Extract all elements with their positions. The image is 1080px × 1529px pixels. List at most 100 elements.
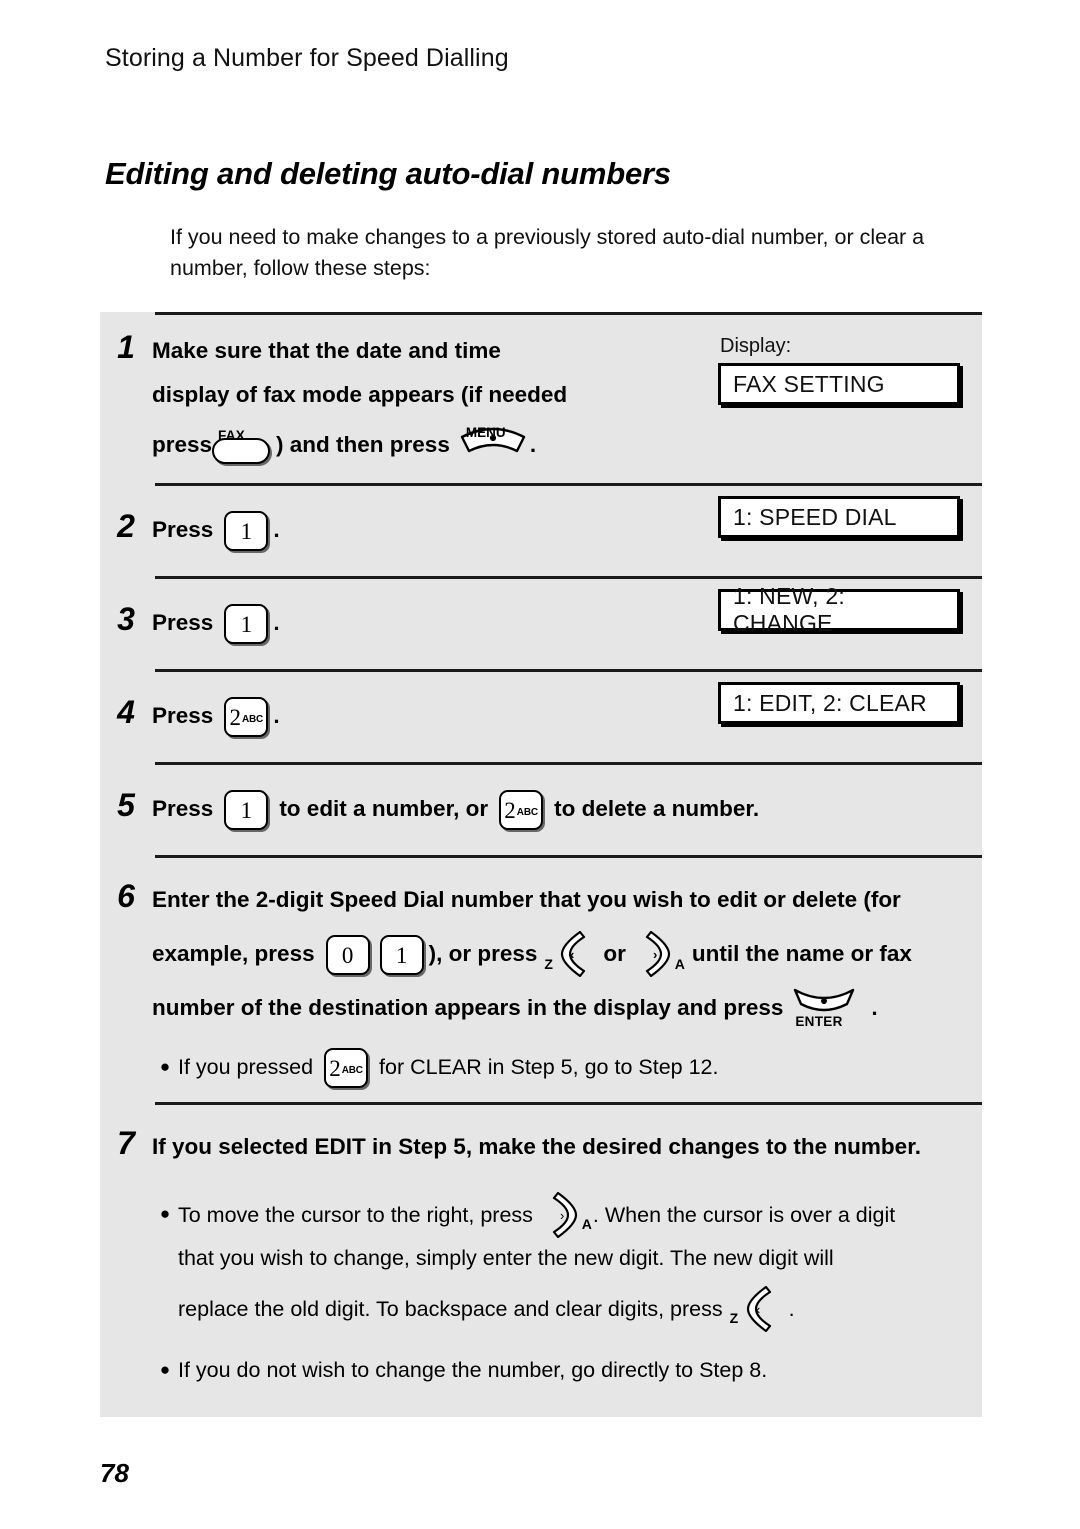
step-number: 4 (117, 694, 135, 730)
key-digit: 1 (240, 797, 253, 823)
step-number: 5 (117, 787, 135, 823)
step-1-period: . (529, 432, 537, 457)
intro-paragraph: If you need to make changes to a previou… (170, 225, 925, 280)
step-6-bullet: ● If you pressed 2 ABC for CLEAR in Step … (152, 1046, 982, 1088)
key-digit: 1 (240, 518, 253, 544)
step-2-period: . (273, 517, 280, 542)
key-digit: 2 (329, 1055, 341, 1081)
svg-text:›: › (653, 947, 657, 962)
step-number: 3 (117, 601, 135, 637)
step-6-text-d: until the name or fax (691, 941, 912, 966)
keypad-key-1[interactable]: 1 (224, 511, 269, 551)
step-6-text-e: number of the destination appears in the… (152, 995, 784, 1020)
step-number: 2 (117, 508, 135, 544)
page-number: 78 (100, 1458, 129, 1488)
step-7: 7 If you selected EDIT in Step 5, make t… (100, 1105, 982, 1417)
arrow-left-label: Z (729, 1310, 739, 1326)
svg-text:‹: ‹ (570, 947, 574, 962)
arrow-right-shape: › (645, 931, 671, 977)
enter-key-label: ENTER (795, 1014, 843, 1029)
b1-line-3a: replace the old digit. To backspace and … (178, 1297, 723, 1321)
keypad-key-1[interactable]: 1 (224, 790, 269, 830)
lcd-display-3: 1: NEW, 2: CHANGE (718, 583, 960, 636)
step-7-bullet-1: ● To move the cursor to the right, press… (152, 1192, 982, 1332)
step-3: 3 Press 1 . 1: NEW, 2: CHANGE (100, 579, 982, 669)
step-6-period: . (871, 995, 878, 1020)
arrow-right-key[interactable]: A › (540, 1192, 592, 1238)
press-label: Press (152, 610, 214, 635)
step-number: 1 (117, 329, 135, 365)
arrow-right-shape: › (552, 1192, 578, 1238)
step-5: 5 Press 1 to edit a number, or 2 ABC to d (100, 765, 982, 855)
menu-key[interactable]: MENU (460, 425, 526, 465)
b1-line-2: that you wish to change, simply enter th… (178, 1246, 834, 1270)
keypad-key-1[interactable]: 1 (379, 935, 424, 975)
key-digit: 1 (240, 611, 253, 637)
step-6-text-b: ), or press (428, 941, 538, 966)
enter-key[interactable]: ENTER (793, 986, 855, 1030)
step-1-line-3: press FAX ) and then press MENU . (152, 423, 982, 467)
lcd-display-1: FAX SETTING (718, 363, 960, 405)
step-2: 2 Press 1 . 1: SPEED DIAL (100, 486, 982, 576)
bullet-dot: ● (159, 1057, 171, 1076)
step-6-line-2: example, press 0 1 ), or press Z ‹ or A … (152, 931, 982, 977)
keypad-key-2[interactable]: 2 ABC (224, 697, 269, 737)
keypad-key-2[interactable]: 2 ABC (499, 790, 544, 830)
bullet-text-b: for CLEAR in Step 5, go to Step 12. (379, 1055, 719, 1079)
keypad-key-0[interactable]: 0 (325, 935, 370, 975)
step-4: 4 Press 2 ABC . 1: EDIT, 2: CLEAR (100, 672, 982, 762)
step-number: 6 (117, 878, 135, 914)
lcd-display-2: 1: SPEED DIAL (718, 496, 960, 538)
running-head: Storing a Number for Speed Dialling (105, 44, 509, 72)
step-7-line-1: If you selected EDIT in Step 5, make the… (152, 1134, 921, 1159)
lcd-display-4: 1: EDIT, 2: CLEAR (718, 682, 960, 724)
menu-key-label: MENU (465, 425, 506, 440)
manual-page: Storing a Number for Speed Dialling Edit… (0, 0, 1080, 1529)
key-digit: 2 (229, 704, 242, 730)
step-4-period: . (273, 703, 280, 728)
step-6-line-1: Enter the 2-digit Speed Dial number that… (152, 887, 901, 912)
key-digit: 2 (504, 797, 516, 823)
display-caption-1: Display: (720, 335, 792, 357)
fax-key[interactable]: FAX (212, 426, 274, 464)
bullet-dot: ● (159, 1360, 171, 1379)
key-letters: ABC (516, 807, 538, 818)
step-number: 7 (117, 1125, 135, 1161)
keypad-key-1[interactable]: 1 (224, 604, 269, 644)
page-title: Editing and deleting auto-dial numbers (105, 156, 671, 191)
step-6-line-3: number of the destination appears in the… (152, 986, 982, 1030)
step-7-bullet-2: ● If you do not wish to change the numbe… (152, 1349, 982, 1391)
press-label: Press (152, 796, 214, 821)
arrow-left-shape: ‹ (746, 1286, 771, 1332)
step-6: 6 Enter the 2-digit Speed Dial number th… (100, 858, 982, 1102)
key-digit: 1 (395, 942, 408, 968)
press-label: Press (152, 703, 214, 728)
step-1: 1 Make sure that the date and time displ… (100, 315, 982, 483)
arrow-left-label: Z (544, 956, 553, 972)
key-letters: ABC (242, 714, 264, 725)
arrow-right-key[interactable]: A › (633, 931, 685, 977)
bullet-text-a: If you pressed (178, 1055, 314, 1079)
fax-key-cap (212, 438, 271, 464)
arrow-left-key[interactable]: Z ‹ (730, 1286, 782, 1332)
b2-text: If you do not wish to change the number,… (178, 1358, 768, 1382)
press-label: Press (152, 517, 214, 542)
step-1-text-b: ) and then press (276, 432, 450, 457)
b1-text-b: . When the cursor is over a digit (592, 1203, 896, 1227)
arrow-left-shape: ‹ (561, 931, 586, 977)
key-digit: 0 (341, 942, 354, 968)
keypad-key-2[interactable]: 2 ABC (324, 1048, 369, 1088)
bullet-dot: ● (159, 1204, 171, 1223)
step-3-period: . (273, 610, 280, 635)
step-5-text-b: to edit a number, or (279, 796, 489, 821)
step-5-text-c: to delete a number. (554, 796, 760, 821)
step-5-line: Press 1 to edit a number, or 2 ABC to del… (152, 787, 982, 831)
svg-text:›: › (560, 1208, 564, 1223)
procedure-panel: 1 Make sure that the date and time displ… (100, 312, 982, 1417)
arrow-left-key[interactable]: Z ‹ (544, 931, 596, 977)
svg-text:‹: ‹ (756, 1302, 760, 1317)
press-label: press (152, 432, 213, 457)
key-letters: ABC (341, 1065, 363, 1076)
b1-text-a: To move the cursor to the right, press (178, 1203, 533, 1227)
step-6-text-a: example, press (152, 941, 315, 966)
